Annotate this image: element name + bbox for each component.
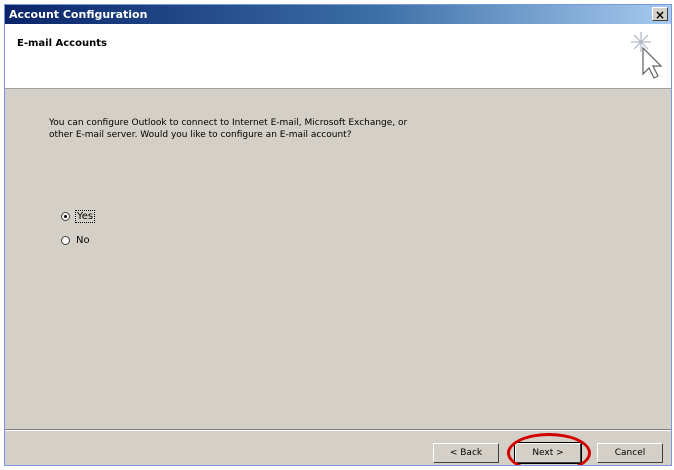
- option-no[interactable]: No: [61, 233, 90, 247]
- next-button[interactable]: Next >: [515, 443, 581, 463]
- option-yes[interactable]: Yes: [61, 209, 96, 223]
- yes-label[interactable]: Yes: [74, 209, 96, 223]
- prompt-line-2: other E-mail server. Would you like to c…: [49, 130, 352, 140]
- wizard-sparkle-cursor-icon: [631, 32, 663, 79]
- cancel-button[interactable]: Cancel: [597, 443, 663, 463]
- account-configuration-dialog: Account Configuration × E-mail Accounts …: [4, 4, 672, 466]
- yes-radio[interactable]: [61, 211, 70, 221]
- prompt-line-1: You can configure Outlook to connect to …: [49, 118, 408, 128]
- footer-divider: [5, 429, 671, 431]
- close-button[interactable]: ×: [652, 7, 668, 22]
- title-bar[interactable]: Account Configuration ×: [5, 5, 671, 24]
- no-radio[interactable]: [61, 235, 70, 245]
- window-title: Account Configuration: [9, 8, 148, 21]
- wizard-header: E-mail Accounts: [5, 24, 671, 89]
- page-title: E-mail Accounts: [17, 38, 107, 49]
- configure-prompt: You can configure Outlook to connect to …: [49, 117, 469, 141]
- no-label[interactable]: No: [76, 235, 90, 246]
- back-button[interactable]: < Back: [433, 443, 499, 463]
